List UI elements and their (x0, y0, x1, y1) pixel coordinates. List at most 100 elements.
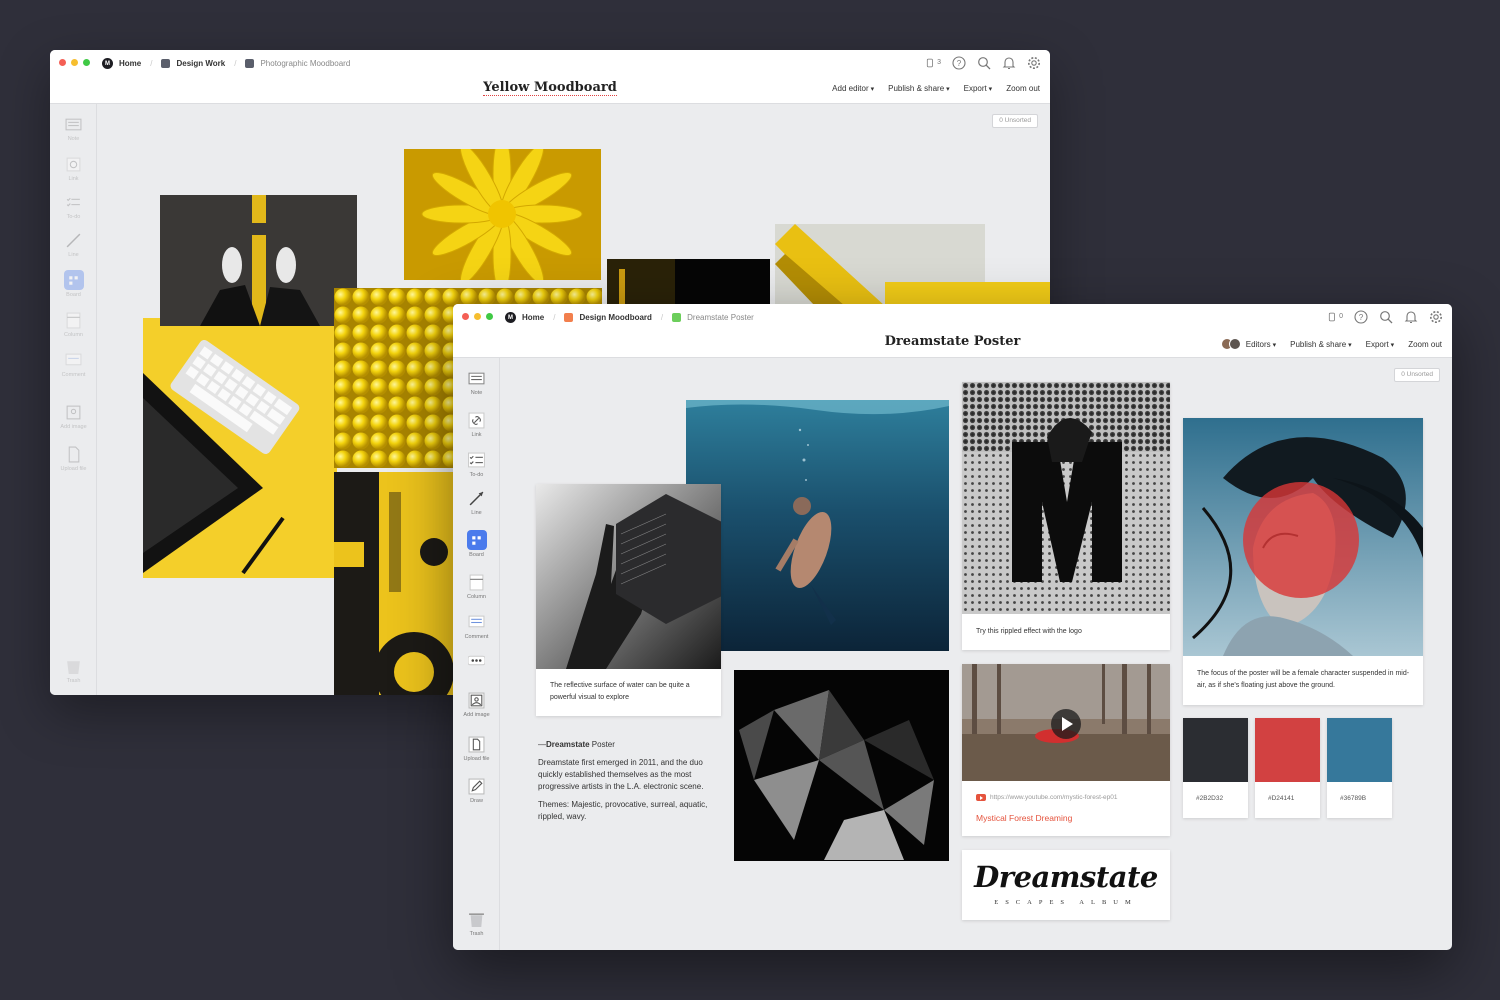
halftone-m-image (962, 382, 1170, 614)
water-reflection-card[interactable]: The reflective surface of water can be q… (536, 484, 726, 716)
close-button[interactable] (462, 313, 469, 320)
tool-upload-file[interactable]: Upload file (50, 444, 97, 472)
yellow-flower-image[interactable] (404, 149, 601, 280)
search-icon[interactable] (1378, 309, 1393, 324)
bell-icon[interactable] (1001, 55, 1016, 70)
maximize-button[interactable] (83, 59, 90, 66)
export-menu[interactable]: Export (964, 84, 993, 93)
portrait-card[interactable]: The focus of the poster will be a female… (1183, 418, 1423, 705)
help-icon[interactable]: ? (1353, 309, 1368, 324)
menu-bar: Editors Publish & share Export Zoom out (1220, 338, 1442, 350)
dreamstate-logo-card[interactable]: Dreamstate ESCAPES ALBUM (962, 850, 1170, 920)
tool-sidebar: Note Link To-do Line Board Column Commen… (50, 104, 97, 695)
swatch-label: #2B2D32 (1196, 795, 1224, 802)
halftone-logo-card[interactable]: Try this rippled effect with the logo (962, 382, 1170, 650)
keyboard-image[interactable] (143, 318, 337, 578)
zoom-out-button[interactable]: Zoom out (1006, 84, 1040, 93)
underwater-diver-image[interactable] (686, 400, 949, 651)
tool-draw[interactable]: Draw (453, 776, 500, 804)
tool-todo[interactable]: To-do (453, 450, 500, 478)
breadcrumb: M Home / Design Work / Photographic Mood… (102, 58, 350, 69)
file-icon (64, 444, 84, 464)
trash-icon (467, 909, 487, 929)
note-icon (64, 114, 84, 134)
column-icon (64, 310, 84, 330)
search-icon[interactable] (976, 55, 991, 70)
tool-add-image[interactable]: Add image (50, 402, 97, 430)
device-icon[interactable]: 3 (926, 55, 941, 70)
board-icon (672, 313, 682, 322)
unsorted-badge[interactable]: 0 Unsorted (992, 114, 1038, 128)
water-caption: The reflective surface of water can be q… (550, 682, 690, 701)
dark-geometric-image[interactable] (734, 670, 949, 861)
asphalt-shoes-image[interactable] (160, 195, 357, 326)
logo-subtitle: ESCAPES ALBUM (994, 899, 1138, 906)
add-editor-menu[interactable]: Add editor (832, 84, 874, 93)
publish-share-menu[interactable]: Publish & share (1290, 340, 1352, 349)
color-swatch-blue[interactable]: #36789B (1327, 718, 1392, 818)
publish-share-menu[interactable]: Publish & share (888, 84, 950, 93)
zoom-out-button[interactable]: Zoom out (1408, 340, 1442, 349)
svg-text:?: ? (956, 59, 961, 68)
color-swatch-charcoal[interactable]: #2B2D32 (1183, 718, 1248, 818)
minimize-button[interactable] (71, 59, 78, 66)
maximize-button[interactable] (486, 313, 493, 320)
svg-text:?: ? (1358, 313, 1363, 322)
comment-icon (467, 612, 487, 632)
tool-add-image[interactable]: Add image (453, 690, 500, 718)
breadcrumb-design-work[interactable]: Design Work (161, 59, 225, 68)
tool-todo[interactable]: To-do (50, 192, 97, 220)
poster-note[interactable]: —Dreamstate Poster Dreamstate first emer… (538, 739, 718, 829)
tool-comment[interactable]: Comment (453, 612, 500, 640)
breadcrumb-photographic-moodboard[interactable]: Photographic Moodboard (245, 59, 350, 68)
trash[interactable]: Trash (50, 656, 97, 684)
help-icon[interactable]: ? (951, 55, 966, 70)
breadcrumb-dreamstate-poster[interactable]: Dreamstate Poster (672, 313, 754, 322)
editors-avatars[interactable] (1220, 338, 1241, 350)
note-heading: —Dreamstate Poster (538, 740, 615, 749)
hand-hexagon-image (536, 484, 726, 669)
note-icon (467, 368, 487, 388)
tool-line[interactable]: Line (453, 488, 500, 516)
video-url: https://www.youtube.com/mystic-forest-ep… (990, 794, 1118, 801)
link-icon (64, 154, 84, 174)
tool-link[interactable]: Link (50, 154, 97, 182)
close-button[interactable] (59, 59, 66, 66)
gear-icon[interactable] (1428, 309, 1443, 324)
tool-upload-file[interactable]: Upload file (453, 734, 500, 762)
editors-menu[interactable]: Editors (1246, 340, 1276, 349)
dark-stripe-image[interactable] (607, 259, 770, 305)
tool-link[interactable]: Link (453, 410, 500, 438)
breadcrumb-home[interactable]: M Home (505, 312, 544, 323)
bell-icon[interactable] (1403, 309, 1418, 324)
video-url-row[interactable]: https://www.youtube.com/mystic-forest-ep… (976, 794, 1118, 801)
color-swatch-red[interactable]: #D24141 (1255, 718, 1320, 818)
note-paragraph: Dreamstate first emerged in 2011, and th… (538, 758, 704, 791)
tool-note[interactable]: Note (50, 114, 97, 142)
tool-note[interactable]: Note (453, 368, 500, 396)
avatar (1228, 338, 1241, 350)
tool-column[interactable]: Column (453, 572, 500, 600)
tool-board[interactable]: Board (50, 270, 97, 298)
swatch-color (1183, 718, 1248, 782)
device-icon[interactable]: 0 (1328, 309, 1343, 324)
dreamstate-poster-window: M Home / Design Moodboard / Dreamstate P… (453, 304, 1452, 950)
tool-line[interactable]: Line (50, 230, 97, 258)
video-card[interactable]: https://www.youtube.com/mystic-forest-ep… (962, 664, 1170, 836)
tool-comment[interactable]: Comment (50, 350, 97, 378)
unsorted-badge[interactable]: 0 Unsorted (1394, 368, 1440, 382)
youtube-icon (976, 794, 986, 801)
video-title[interactable]: Mystical Forest Dreaming (976, 813, 1072, 823)
yellow-number-image[interactable] (334, 472, 454, 695)
tool-column[interactable]: Column (50, 310, 97, 338)
gear-icon[interactable] (1026, 55, 1041, 70)
breadcrumb-home[interactable]: M Home (102, 58, 141, 69)
trash[interactable]: Trash (453, 909, 500, 937)
export-menu[interactable]: Export (1366, 340, 1395, 349)
more-tools-button[interactable] (453, 650, 500, 672)
breadcrumb-design-moodboard[interactable]: Design Moodboard (564, 313, 652, 322)
forest-video-thumbnail[interactable] (962, 664, 1170, 781)
link-icon (467, 410, 487, 430)
tool-board[interactable]: Board (453, 530, 500, 558)
minimize-button[interactable] (474, 313, 481, 320)
